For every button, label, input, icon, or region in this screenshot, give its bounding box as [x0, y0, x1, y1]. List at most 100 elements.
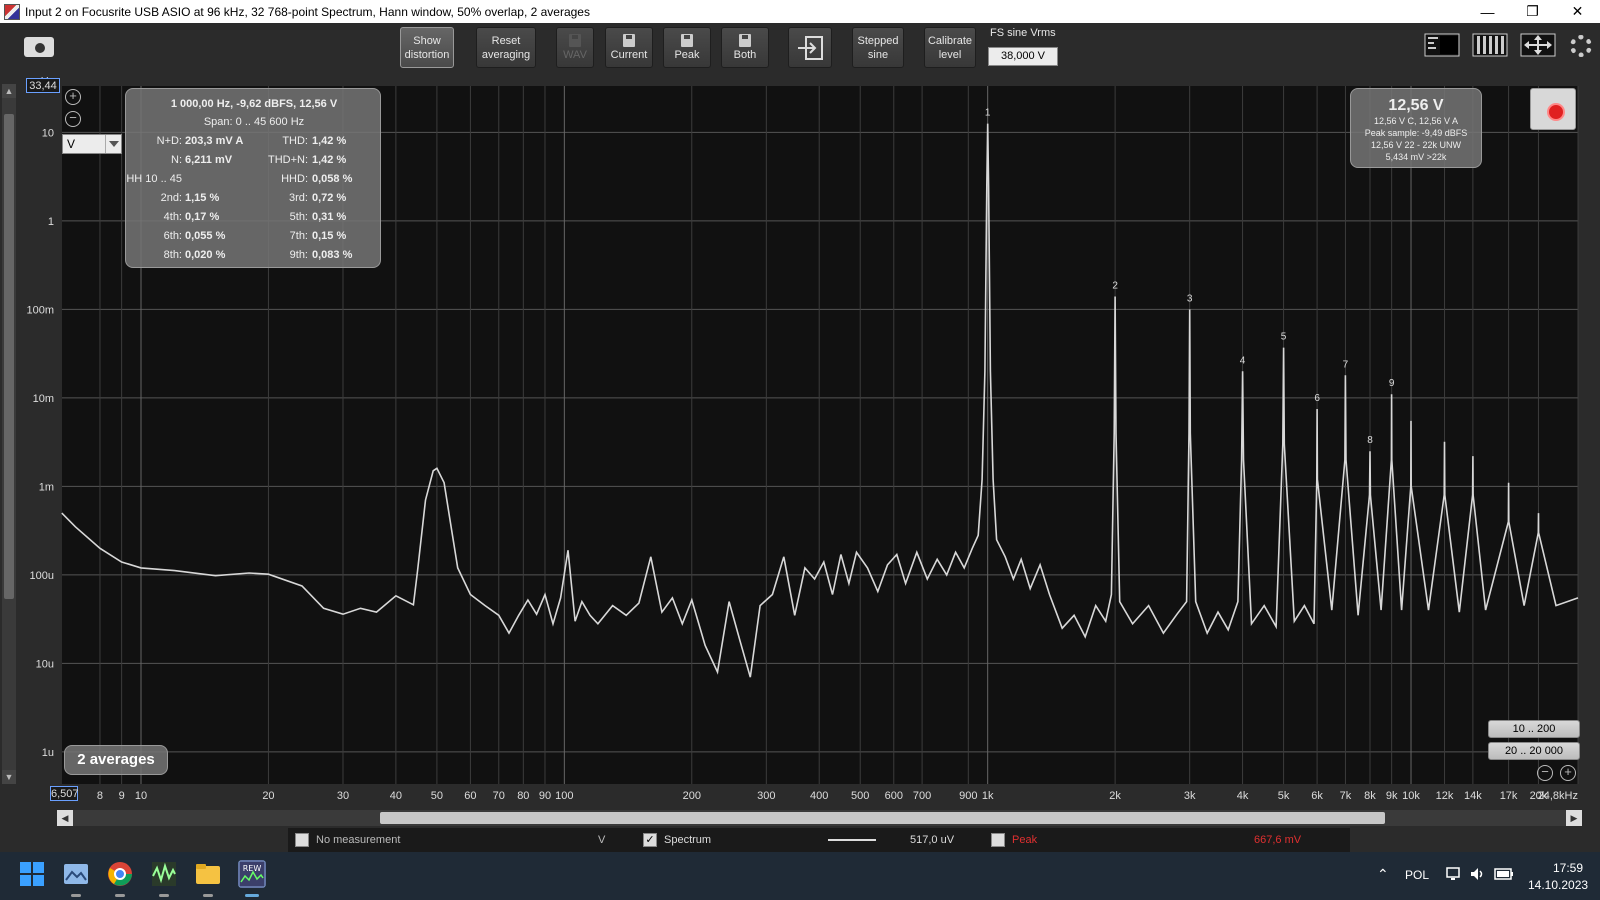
scroll-right-arrow-icon[interactable]: ▶ [1566, 810, 1582, 826]
restore-button[interactable]: ❐ [1510, 0, 1555, 23]
language-indicator[interactable]: POL [1405, 868, 1429, 882]
x-tick-label: 2k [1109, 790, 1121, 802]
averages-badge: 2 averages [64, 745, 168, 775]
distortion-row: 8th: 0,020 % 9th: 0,083 % [126, 249, 382, 265]
distortion-label: 3rd: [289, 192, 308, 204]
horizontal-scroll-thumb[interactable] [380, 812, 1385, 824]
scroll-left-arrow-icon[interactable]: ◀ [57, 810, 73, 826]
export-button[interactable] [788, 27, 832, 68]
show-distortion-button[interactable]: Show distortion [400, 27, 454, 68]
x-tick-label: 90 [539, 790, 551, 802]
harmonic-marker-label: 2 [1112, 280, 1118, 291]
range-10-200-button[interactable]: 10 .. 200 [1488, 720, 1580, 738]
distortion-label: 5th: [289, 211, 308, 223]
y-tick-label: 10u [36, 658, 54, 670]
chevron-down-icon[interactable] [105, 135, 121, 153]
peak-label: Peak [1012, 834, 1038, 846]
harmonic-marker-label: 7 [1343, 359, 1349, 370]
camera-icon[interactable] [24, 37, 54, 57]
fs-sine-input[interactable]: 38,000 V [988, 47, 1058, 66]
floppy-disk-icon [569, 33, 581, 47]
fs-sine-label: FS sine Vrms [990, 27, 1056, 39]
close-button[interactable]: ✕ [1555, 0, 1600, 23]
chrome-icon[interactable] [106, 860, 134, 888]
unit-select[interactable]: V [62, 134, 122, 154]
distortion-value: 0,020 % [185, 249, 226, 261]
battery-icon[interactable] [1494, 867, 1514, 881]
distortion-value: 1,42 % [312, 135, 347, 147]
zoom-in-icon[interactable]: + [65, 89, 81, 105]
distortion-label: 4th: [163, 211, 182, 223]
distortion-value: 0,17 % [185, 211, 220, 223]
no-measurement-checkbox[interactable] [295, 833, 309, 847]
calibrate-level-button[interactable]: Calibrate level [924, 27, 976, 68]
network-icon[interactable] [1446, 866, 1462, 882]
y-axis-top-value[interactable]: 33,44 [26, 78, 60, 93]
distortion-label: 2nd: [160, 192, 182, 204]
speaker-icon[interactable] [1469, 866, 1487, 882]
x-tick-label: 400 [810, 790, 828, 802]
harmonic-marker-label: 5 [1281, 332, 1287, 343]
x-tick-label: 40 [390, 790, 402, 802]
level-line: Peak sample: -9,49 dBFS [1364, 128, 1468, 138]
level-line: 12,56 V 22 - 22k UNW [1370, 140, 1462, 150]
clock-date: 14.10.2023 [1528, 878, 1589, 892]
wav-button[interactable]: WAV [556, 27, 594, 68]
save-both-button[interactable]: Both [721, 27, 769, 68]
windows-start-icon[interactable] [18, 860, 46, 888]
x-tick-label: 900 [959, 790, 977, 802]
x-tick-label: 20 [262, 790, 274, 802]
stepped-sine-button[interactable]: Stepped sine [852, 27, 904, 68]
distortion-value: 0,083 % [312, 249, 353, 261]
rew-taskbar-icon[interactable]: REW [238, 860, 266, 888]
tray-chevron-up-icon[interactable]: ⌃ [1377, 866, 1389, 883]
gear-icon[interactable] [1570, 35, 1592, 57]
file-explorer-icon[interactable] [194, 860, 222, 888]
distortion-value: 1,15 % [185, 192, 220, 204]
x-tick-label: 50 [431, 790, 443, 802]
x-zoom-out-icon[interactable]: − [1537, 765, 1553, 781]
x-tick-label: 1k [982, 790, 994, 802]
save-peak-button[interactable]: Peak [663, 27, 711, 68]
waveform-app-icon[interactable] [150, 860, 178, 888]
y-tick-label: 1u [42, 747, 54, 759]
distortion-label: THD+N: [267, 154, 308, 166]
distortion-label: N+D: [156, 135, 182, 147]
distortion-value: 203,3 mV A [185, 135, 244, 147]
distortion-row: N+D: 203,3 mV A THD: 1,42 % [126, 135, 382, 151]
x-tick-label: 7k [1340, 790, 1352, 802]
export-arrow-icon [798, 35, 823, 60]
record-button[interactable] [1530, 88, 1576, 130]
fit-view-arrows-icon[interactable] [1520, 33, 1556, 57]
save-current-button[interactable]: Current [605, 27, 653, 68]
bar-view-icon[interactable] [1472, 33, 1508, 57]
x-tick-label: 100 [555, 790, 573, 802]
harmonic-marker-label: 3 [1187, 293, 1193, 304]
x-axis-left-value[interactable]: 6,507 [50, 786, 79, 801]
y-tick-label: 10 [42, 127, 54, 139]
distortion-value: 1,42 % [312, 154, 347, 166]
peak-checkbox[interactable] [991, 833, 1005, 847]
y-tick-label: 1m [39, 481, 54, 493]
distortion-value: 6,211 mV [185, 154, 233, 166]
distortion-row: 2nd: 1,15 % 3rd: 0,72 % [126, 192, 382, 208]
harmonic-marker-label: 6 [1314, 393, 1320, 404]
x-tick-label: 8k [1364, 790, 1376, 802]
harmonic-marker-label: 4 [1240, 355, 1246, 366]
zoom-out-icon[interactable]: − [65, 111, 81, 127]
range-20-20000-button[interactable]: 20 .. 20 000 [1488, 742, 1580, 760]
distortion-row: 4th: 0,17 % 5th: 0,31 % [126, 211, 382, 227]
photos-app-icon[interactable] [62, 860, 90, 888]
single-graph-view-icon[interactable] [1424, 33, 1460, 57]
spectrum-checkbox[interactable]: ✓ [643, 833, 657, 847]
level-meter-panel: 12,56 V 12,56 V C, 12,56 V A Peak sample… [1350, 88, 1482, 168]
horizontal-scrollbar[interactable]: ◀ ▶ [57, 810, 1582, 826]
distortion-label: 7th: [289, 230, 308, 242]
x-tick-label: 30 [337, 790, 349, 802]
reset-averaging-button[interactable]: Reset averaging [476, 27, 536, 68]
x-zoom-in-icon[interactable]: + [1560, 765, 1576, 781]
x-tick-label: 5k [1278, 790, 1290, 802]
distortion-value: 0,31 % [312, 211, 347, 223]
x-tick-label: 300 [757, 790, 775, 802]
minimize-button[interactable]: — [1465, 0, 1510, 23]
